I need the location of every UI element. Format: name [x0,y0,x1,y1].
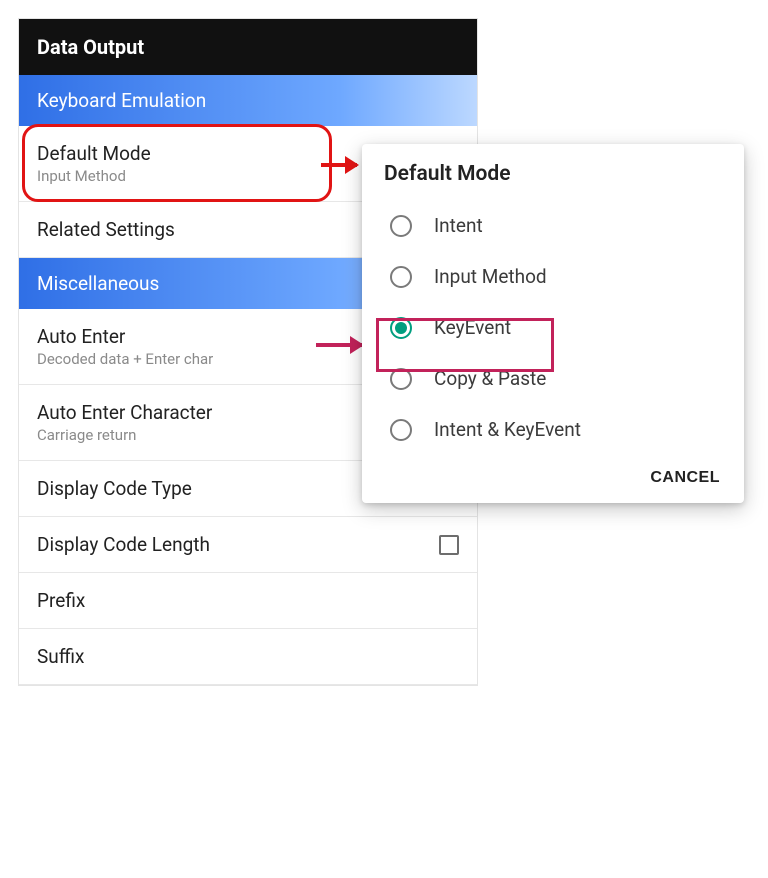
option-label: KeyEvent [434,316,511,339]
radio-icon [390,419,412,441]
option-intent[interactable]: Intent [362,200,744,251]
arrow-to-keyevent-icon [316,343,362,347]
radio-icon [390,215,412,237]
row-value: Carriage return [37,426,212,444]
row-label: Auto Enter [37,325,213,348]
radio-icon [390,266,412,288]
option-label: Copy & Paste [434,367,546,390]
option-input-method[interactable]: Input Method [362,251,744,302]
checkbox-display-code-length[interactable] [439,535,459,555]
row-label: Suffix [37,645,84,668]
option-intent-keyevent[interactable]: Intent & KeyEvent [362,404,744,455]
cancel-button[interactable]: CANCEL [650,469,720,487]
row-prefix[interactable]: Prefix [19,573,477,629]
row-label: Prefix [37,589,85,612]
row-value: Decoded data + Enter char [37,350,213,368]
row-display-code-length[interactable]: Display Code Length [19,517,477,573]
option-label: Intent & KeyEvent [434,418,581,441]
option-copy-paste[interactable]: Copy & Paste [362,353,744,404]
page-title: Data Output [19,19,477,75]
arrow-to-dialog-icon [321,163,357,167]
dialog-actions: CANCEL [362,455,744,493]
row-label: Display Code Type [37,477,192,500]
row-label: Auto Enter Character [37,401,212,424]
option-keyevent[interactable]: KeyEvent [362,302,744,353]
option-label: Intent [434,214,483,237]
radio-icon [390,368,412,390]
radio-selected-icon [390,317,412,339]
row-value: Input Method [37,167,151,185]
row-label: Default Mode [37,142,151,165]
default-mode-dialog: Default Mode Intent Input Method KeyEven… [362,144,744,503]
section-keyboard-emulation: Keyboard Emulation [19,75,477,126]
dialog-title: Default Mode [362,162,744,200]
row-label: Display Code Length [37,533,210,556]
row-suffix[interactable]: Suffix [19,629,477,685]
option-label: Input Method [434,265,547,288]
row-label: Related Settings [37,218,175,241]
